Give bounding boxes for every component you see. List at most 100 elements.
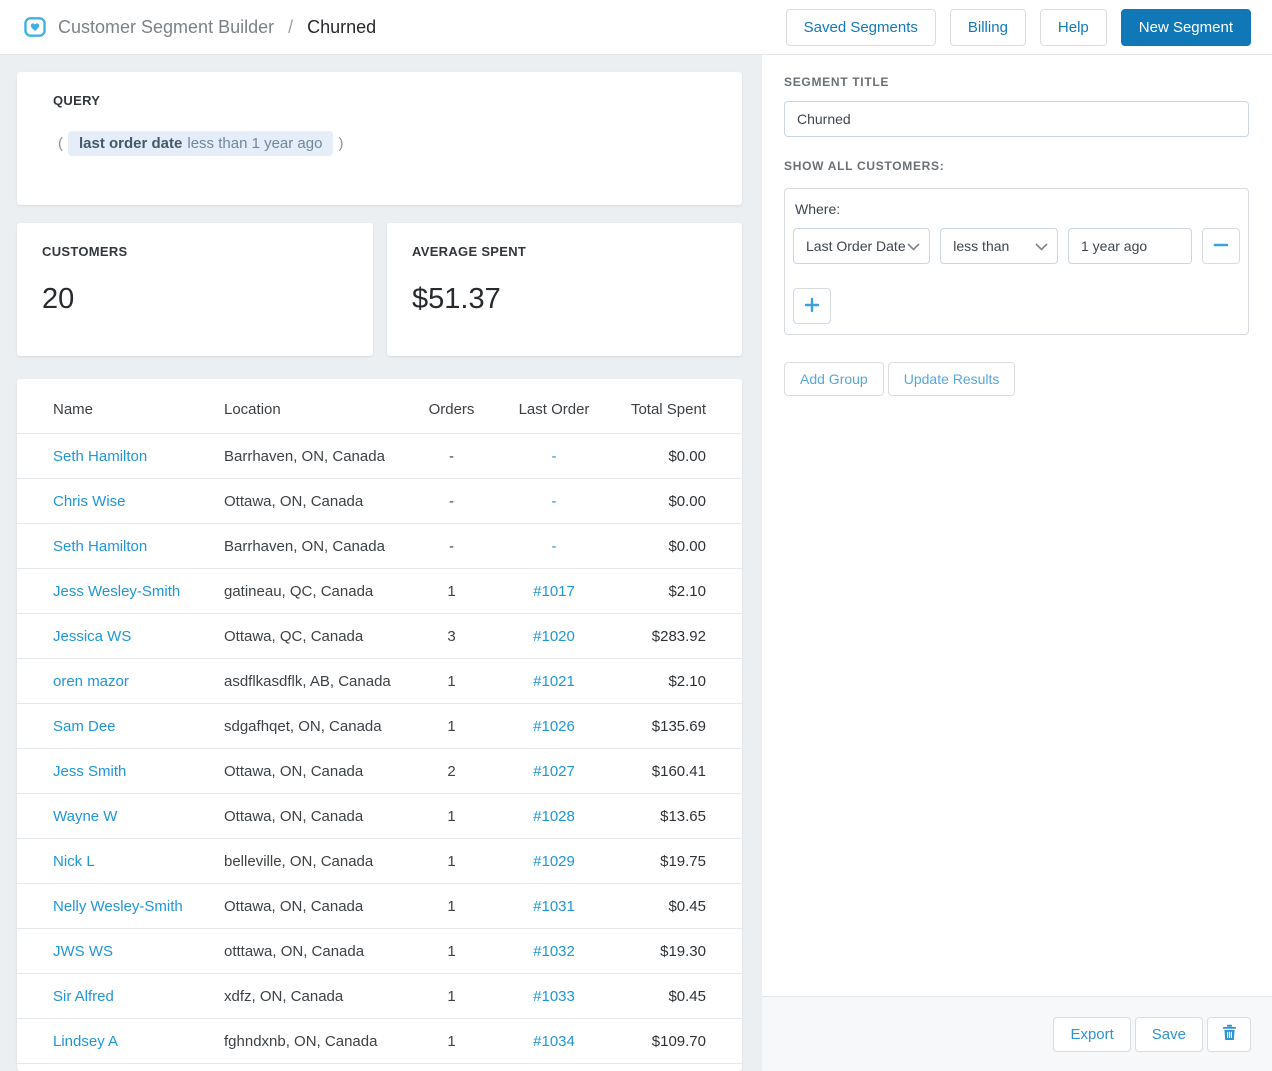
- customer-name-link[interactable]: Nelly Wesley-Smith: [53, 898, 183, 915]
- table-row: Lindsey A fghndxnb, ON, Canada 1 #1034 $…: [17, 1018, 742, 1064]
- customer-name-link[interactable]: Jess Wesley-Smith: [53, 583, 180, 600]
- customers-stat-label: CUSTOMERS: [42, 244, 128, 259]
- last-order-link[interactable]: #1028: [533, 808, 575, 825]
- customer-location: fghndxnb, ON, Canada: [224, 1018, 404, 1064]
- billing-button[interactable]: Billing: [949, 8, 1026, 46]
- minus-icon: [1213, 237, 1229, 256]
- last-order-link[interactable]: -: [552, 493, 557, 510]
- last-order-link[interactable]: #1031: [533, 898, 575, 915]
- customer-total-spent: $0.45: [609, 883, 742, 929]
- add-group-button[interactable]: Add Group: [784, 362, 884, 396]
- customer-name-link[interactable]: JWS WS: [53, 943, 113, 960]
- customers-stat-card: CUSTOMERS 20: [17, 223, 373, 356]
- query-card: QUERY ( last order date less than 1 year…: [17, 72, 742, 205]
- customer-name-link[interactable]: Chris Wise: [53, 493, 126, 510]
- last-order-link[interactable]: #1032: [533, 943, 575, 960]
- customer-location: asdflkasdflk, AB, Canada: [224, 658, 404, 704]
- customer-name-link[interactable]: Lindsey A: [53, 1033, 118, 1050]
- update-results-button[interactable]: Update Results: [887, 362, 1016, 396]
- customers-stat-value: 20: [42, 283, 75, 315]
- group-actions: Add Group Update Results: [784, 362, 1249, 396]
- last-order-link[interactable]: #1026: [533, 718, 575, 735]
- table-row: Wayne W Ottawa, ON, Canada 1 #1028 $13.6…: [17, 793, 742, 839]
- app-logo-heart-icon: [24, 17, 46, 37]
- customer-orders-count: 2: [404, 748, 499, 794]
- customer-location: Barrhaven, ON, Canada: [224, 433, 404, 479]
- remove-condition-button[interactable]: [1202, 228, 1240, 264]
- last-order-link[interactable]: #1020: [533, 628, 575, 645]
- segment-title-label: SEGMENT TITLE: [784, 75, 890, 89]
- customer-total-spent: $2.10: [609, 658, 742, 704]
- customer-name-link[interactable]: Sam Dee: [53, 718, 116, 735]
- customer-name-link[interactable]: Jessica WS: [53, 628, 131, 645]
- table-row: Jess Wesley-Smith gatineau, QC, Canada 1…: [17, 568, 742, 614]
- customer-total-spent: $2.10: [609, 568, 742, 614]
- table-row: Chris Wise Ottawa, ON, Canada - - $0.00: [17, 478, 742, 524]
- customer-name-link[interactable]: Wayne W: [53, 808, 117, 825]
- customer-orders-count: 1: [404, 793, 499, 839]
- column-header-last-order: Last Order: [499, 383, 609, 434]
- stats-row: CUSTOMERS 20 AVERAGE SPENT $51.37: [17, 223, 742, 356]
- last-order-link[interactable]: -: [552, 448, 557, 465]
- add-condition-button[interactable]: [793, 288, 831, 324]
- condition-row: Last Order Date less than: [793, 228, 1240, 264]
- last-order-link[interactable]: #1033: [533, 988, 575, 1005]
- last-order-link[interactable]: #1027: [533, 763, 575, 780]
- last-order-link[interactable]: #1021: [533, 673, 575, 690]
- customer-location: sdgafhqet, ON, Canada: [224, 703, 404, 749]
- where-label: Where:: [795, 201, 841, 217]
- plus-icon: [804, 297, 820, 316]
- customer-location: belleville, ON, Canada: [224, 838, 404, 884]
- table-header-row: Name Location Orders Last Order Total Sp…: [17, 383, 742, 434]
- customer-name-link[interactable]: Nick L: [53, 853, 95, 870]
- customer-orders-count: 1: [404, 703, 499, 749]
- table-row: Nick L belleville, ON, Canada 1 #1029 $1…: [17, 838, 742, 884]
- show-all-customers-label: SHOW ALL CUSTOMERS:: [784, 159, 945, 173]
- customer-total-spent: $109.70: [609, 1018, 742, 1064]
- segment-editor-footer: Export Save: [762, 996, 1272, 1071]
- column-header-orders: Orders: [404, 383, 499, 434]
- customer-total-spent: $0.00: [609, 523, 742, 569]
- last-order-link[interactable]: #1034: [533, 1033, 575, 1050]
- customer-name-link[interactable]: Sir Alfred: [53, 988, 114, 1005]
- last-order-link[interactable]: -: [552, 538, 557, 555]
- table-row: Jessica WS Ottawa, QC, Canada 3 #1020 $2…: [17, 613, 742, 659]
- save-button[interactable]: Save: [1134, 1016, 1203, 1052]
- column-header-location: Location: [224, 383, 404, 434]
- query-condition-pill: last order date less than 1 year ago: [68, 131, 334, 156]
- customer-total-spent: $0.00: [609, 478, 742, 524]
- customer-total-spent: $19.75: [609, 838, 742, 884]
- last-order-link[interactable]: #1029: [533, 853, 575, 870]
- app-title[interactable]: Customer Segment Builder: [58, 17, 274, 38]
- table-row: oren mazor asdflkasdflk, AB, Canada 1 #1…: [17, 658, 742, 704]
- last-order-link[interactable]: #1017: [533, 583, 575, 600]
- saved-segments-button[interactable]: Saved Segments: [785, 8, 936, 46]
- export-button[interactable]: Export: [1053, 1016, 1131, 1052]
- top-bar: Customer Segment Builder / Churned Saved…: [0, 0, 1272, 55]
- segment-title-input[interactable]: [784, 101, 1249, 137]
- customer-name-link[interactable]: Jess Smith: [53, 763, 126, 780]
- filter-operator-select[interactable]: less than: [940, 228, 1058, 264]
- customer-orders-count: 1: [404, 973, 499, 1019]
- table-row: JWS WS otttawa, ON, Canada 1 #1032 $19.3…: [17, 928, 742, 974]
- customer-name-link[interactable]: Seth Hamilton: [53, 538, 147, 555]
- filter-field-value: Last Order Date: [806, 238, 906, 254]
- filter-value-input[interactable]: [1068, 228, 1192, 264]
- customer-name-link[interactable]: oren mazor: [53, 673, 129, 690]
- query-label: QUERY: [53, 93, 101, 108]
- table-row: Sam Dee sdgafhqet, ON, Canada 1 #1026 $1…: [17, 703, 742, 749]
- customer-orders-count: 1: [404, 1018, 499, 1064]
- average-spent-stat-card: AVERAGE SPENT $51.37: [387, 223, 742, 356]
- column-header-name: Name: [17, 383, 224, 434]
- help-button[interactable]: Help: [1039, 8, 1107, 46]
- delete-segment-button[interactable]: [1207, 1016, 1251, 1052]
- breadcrumb: Customer Segment Builder / Churned: [24, 17, 376, 38]
- trash-icon: [1222, 1024, 1237, 1045]
- filter-field-select[interactable]: Last Order Date: [793, 228, 931, 264]
- query-close-paren: ): [338, 135, 344, 152]
- customer-location: Ottawa, QC, Canada: [224, 613, 404, 659]
- new-segment-button[interactable]: New Segment: [1120, 8, 1251, 46]
- breadcrumb-separator: /: [288, 16, 294, 37]
- customer-orders-count: -: [404, 523, 499, 569]
- customer-name-link[interactable]: Seth Hamilton: [53, 448, 147, 465]
